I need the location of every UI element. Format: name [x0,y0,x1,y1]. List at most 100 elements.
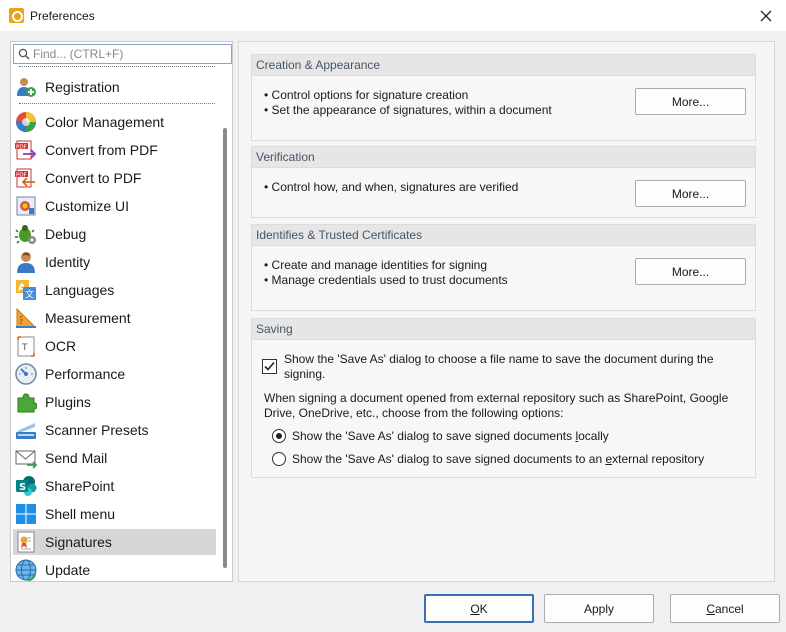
gauge-icon [15,363,37,385]
identities-certificates-section: Identifies & Trusted Certificates • Crea… [251,224,756,311]
sidebar-item-label: Color Management [45,114,165,130]
accelerator-key: C [706,601,715,616]
accelerator-key: O [470,601,480,616]
sidebar-item-label: Identity [45,254,91,270]
ok-button[interactable]: OK [424,594,534,623]
radio-label-text: Show the 'Save As' dialog to save signed… [292,429,576,443]
sidebar-item-debug[interactable]: Debug [13,221,216,247]
bullet-text: • Control options for signature creation [264,88,469,102]
button-label: ancel [714,601,744,616]
save-external-label[interactable]: Show the 'Save As' dialog to save signed… [292,452,704,466]
svg-text:T: T [21,343,28,353]
scrollbar-thumb[interactable] [223,128,227,568]
windows-icon [15,503,37,525]
list-top-divider [19,66,215,67]
save-as-dialog-checkbox[interactable] [262,359,277,374]
button-label: K [479,601,488,616]
verification-more-button[interactable]: More... [635,180,746,207]
sidebar-item-convert-to-pdf[interactable]: PDF Convert to PDF [13,165,216,191]
info-line: Drive, OneDrive, etc., choose from the f… [264,406,564,420]
save-locally-radio[interactable] [272,429,286,443]
sidebar-item-label: Scanner Presets [45,422,149,438]
sidebar-item-label: Convert to PDF [45,170,142,186]
sidebar-item-send-mail[interactable]: Send Mail [13,445,216,471]
globe-update-icon [15,559,37,581]
category-scrollbar[interactable] [218,66,232,581]
puzzle-icon [15,391,38,413]
radio-label-text: ocally [578,429,609,443]
checkmark-icon [264,361,275,371]
sidebar-item-color-management[interactable]: Color Management [13,109,216,135]
search-icon [18,48,30,60]
ruler-icon [15,307,37,329]
section-description: • Create and manage identities for signi… [264,258,508,288]
certificate-icon [15,531,37,553]
checkbox-label-line: Show the 'Save As' dialog to choose a fi… [284,352,714,366]
sidebar-item-update[interactable]: Update [13,557,216,581]
sidebar-item-label: Convert from PDF [45,142,158,158]
bullet-text: • Manage credentials used to trust docum… [264,273,508,287]
search-box[interactable] [13,44,232,64]
svg-text:PDF: PDF [16,144,27,150]
signatures-settings-panel: Creation & Appearance • Control options … [238,41,775,582]
cancel-button[interactable]: Cancel [670,594,780,623]
sidebar-item-label: Send Mail [45,450,108,466]
title-bar: Preferences [0,0,786,31]
checkbox-label-line: signing. [284,367,326,381]
mail-icon [15,447,38,469]
languages-icon: A文 [15,279,37,301]
sidebar-item-identity[interactable]: Identity [13,249,216,275]
sidebar-item-signatures[interactable]: Signatures [13,529,216,555]
save-as-checkbox-label[interactable]: Show the 'Save As' dialog to choose a fi… [284,352,714,382]
info-line: When signing a document opened from exte… [264,391,729,405]
save-locally-label[interactable]: Show the 'Save As' dialog to save signed… [292,429,609,443]
sharepoint-icon: S [15,475,37,497]
sidebar-item-label: Debug [45,226,87,242]
sidebar-item-ocr[interactable]: T OCR [13,333,216,359]
sidebar-item-label: Languages [45,282,115,298]
sidebar-item-registration[interactable]: Registration [13,74,216,100]
person-icon [15,251,37,273]
section-title: Verification [252,147,755,168]
apply-button[interactable]: Apply [544,594,654,623]
sidebar-item-languages[interactable]: A文 Languages [13,277,216,303]
section-title: Saving [252,319,755,340]
creation-appearance-section: Creation & Appearance • Control options … [251,54,756,141]
close-icon[interactable] [746,0,786,31]
sidebar-item-shell-menu[interactable]: Shell menu [13,501,216,527]
creation-more-button[interactable]: More... [635,88,746,115]
radio-label-text: xternal repository [612,452,705,466]
search-input[interactable] [33,46,229,62]
svg-text:PDF: PDF [16,172,27,178]
sidebar-item-performance[interactable]: Performance [13,361,216,387]
color-wheel-icon [15,111,37,133]
radio-label-text: Show the 'Save As' dialog to save signed… [292,452,606,466]
section-title: Identifies & Trusted Certificates [252,225,755,246]
customize-ui-icon [15,195,37,217]
identities-more-button[interactable]: More... [635,258,746,285]
sidebar-item-label: Registration [45,79,120,95]
repository-info-text: When signing a document opened from exte… [264,391,728,421]
sidebar-item-sharepoint[interactable]: S SharePoint [13,473,216,499]
bug-icon [15,223,37,245]
sidebar-item-measurement[interactable]: Measurement [13,305,216,331]
bullet-text: • Set the appearance of signatures, with… [264,103,552,117]
sidebar-item-convert-from-pdf[interactable]: PDF Convert from PDF [13,137,216,163]
svg-text:文: 文 [25,289,34,301]
sidebar-item-label: SharePoint [45,478,115,494]
sidebar-item-customize-ui[interactable]: Customize UI [13,193,216,219]
sidebar-item-label: OCR [45,338,77,354]
save-external-repository-radio[interactable] [272,452,286,466]
bullet-text: • Control how, and when, signatures are … [264,180,519,194]
section-description: • Control how, and when, signatures are … [264,180,518,195]
section-title: Creation & Appearance [252,55,755,76]
pdf-convert-to-icon: PDF [15,167,37,189]
sidebar-item-scanner-presets[interactable]: Scanner Presets [13,417,216,443]
pdf-convert-from-icon: PDF [15,139,37,161]
sidebar-item-plugins[interactable]: Plugins [13,389,216,415]
verification-section: Verification • Control how, and when, si… [251,146,756,218]
svg-text:S: S [19,482,26,493]
section-description: • Control options for signature creation… [264,88,552,118]
category-list: Registration Color Management PDF Conver… [11,66,219,581]
sidebar-item-label: Plugins [45,394,91,410]
